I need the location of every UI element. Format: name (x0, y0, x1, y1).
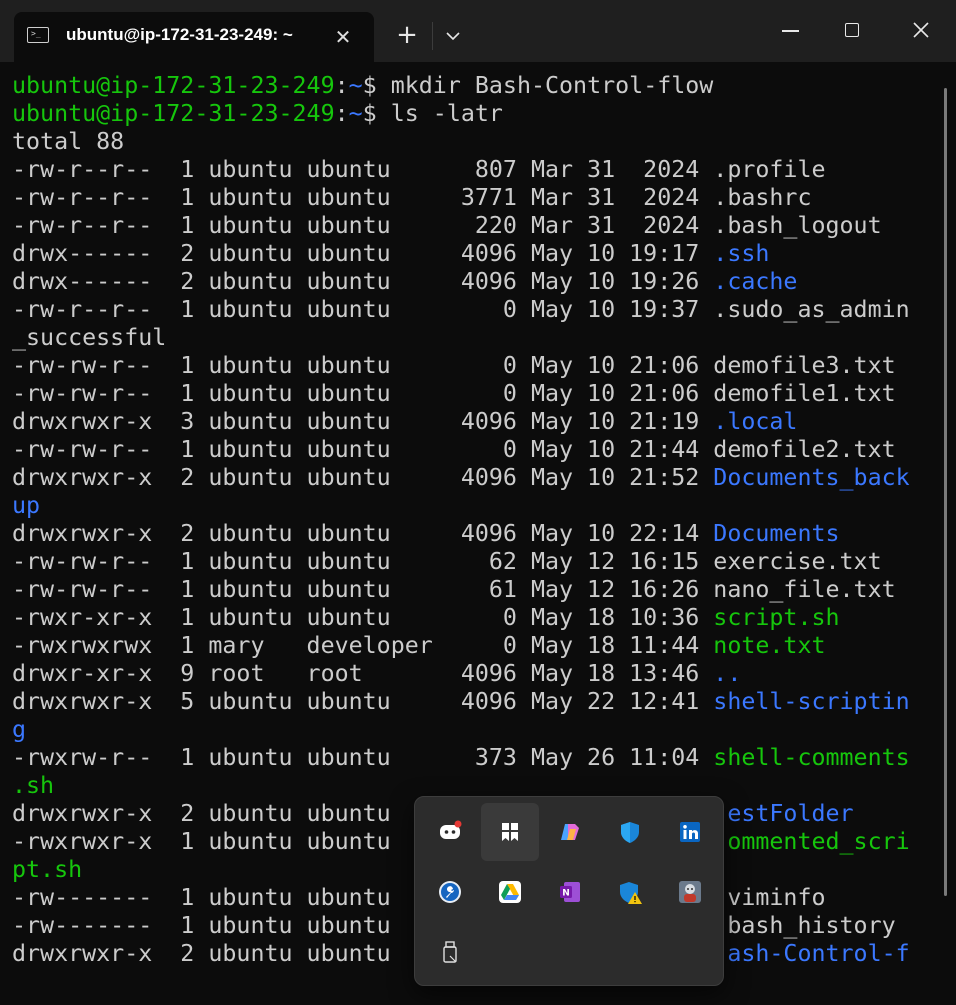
terminal-text: shell-comments (713, 744, 910, 771)
terminal-line: -rw-rw-r-- 1 ubuntu ubuntu 0 May 10 21:0… (12, 352, 912, 380)
defender-warning-icon[interactable] (601, 863, 659, 921)
terminal-text: -rw-rw-r-- 1 ubuntu ubuntu 62 May 12 16:… (12, 548, 882, 575)
terminal-text: -rwxrwxrwx 1 mary developer 0 May 18 11:… (12, 632, 714, 659)
terminal-text: note.txt (713, 632, 826, 659)
terminal-text: : (334, 72, 349, 99)
terminal-line: -rw-rw-r-- 1 ubuntu ubuntu 61 May 12 16:… (12, 576, 912, 604)
title-bar: >_ ubuntu@ip-172-31-23-249: ~ ✕ + (0, 0, 956, 62)
terminal-line: -rw-r--r-- 1 ubuntu ubuntu 0 May 10 19:3… (12, 296, 912, 324)
terminal-text: -rw-rw-r-- 1 ubuntu ubuntu 0 May 10 21:0… (12, 380, 896, 407)
terminal-text: -rwxrw-r-- 1 ubuntu ubuntu 373 May 26 11… (12, 744, 714, 771)
svg-text:N: N (562, 889, 570, 899)
terminal-line: ubuntu@ip-172-31-23-249:~$ mkdir Bash-Co… (12, 72, 912, 100)
terminal-text: drwxrwxr-x 3 ubuntu ubuntu 4096 May 10 2… (12, 408, 714, 435)
terminal-line: up (12, 492, 912, 520)
terminal-text: ommented_scri (727, 828, 910, 855)
terminal-text: .cache (713, 268, 798, 295)
terminal-text: -rw-rw-r-- 1 ubuntu ubuntu 0 May 10 21:0… (12, 352, 896, 379)
terminal-text: ~ (348, 100, 363, 127)
terminal-text: .sh (12, 772, 55, 799)
terminal-text: -rw-r--r-- 1 ubuntu ubuntu 0 May 10 19:3… (12, 296, 910, 323)
terminal-text: pt.sh (12, 856, 83, 883)
usb-drive-icon[interactable] (421, 923, 479, 981)
google-drive-icon[interactable] (481, 863, 539, 921)
terminal-line: drwx------ 2 ubuntu ubuntu 4096 May 10 1… (12, 268, 912, 296)
terminal-line: -rwxr-xr-x 1 ubuntu ubuntu 0 May 18 10:3… (12, 604, 912, 632)
terminal-line: -rwxrw-r-- 1 ubuntu ubuntu 373 May 26 11… (12, 744, 912, 772)
onenote-icon[interactable]: N (541, 863, 599, 921)
terminal-line: ubuntu@ip-172-31-23-249:~$ ls -latr (12, 100, 912, 128)
terminal-text: -rw-r--r-- 1 ubuntu ubuntu 220 Mar 31 20… (12, 212, 882, 239)
close-tab-button[interactable]: ✕ (330, 24, 356, 50)
terminal-text: $ mkdir Bash-Control-flow (362, 72, 714, 99)
terminal-text: ~ (348, 72, 363, 99)
minimize-button[interactable] (770, 12, 816, 48)
terminal-text: shell-scriptin (713, 688, 910, 715)
linkedin-icon[interactable] (661, 803, 719, 861)
tab-separator (432, 22, 433, 50)
avatar-app-icon[interactable] (661, 863, 719, 921)
terminal-line: total 88 (12, 128, 912, 156)
terminal-line: -rw-r--r-- 1 ubuntu ubuntu 220 Mar 31 20… (12, 212, 912, 240)
terminal-line: drwxr-xr-x 9 root root 4096 May 18 13:46… (12, 660, 912, 688)
terminal-text: script.sh (713, 604, 840, 631)
terminal-line: -rw-rw-r-- 1 ubuntu ubuntu 62 May 12 16:… (12, 548, 912, 576)
terminal-line: -rw-rw-r-- 1 ubuntu ubuntu 0 May 10 21:0… (12, 380, 912, 408)
terminal-text: .ssh (713, 240, 770, 267)
maximize-button[interactable] (830, 12, 876, 48)
terminal-text: drwx------ 2 ubuntu ubuntu 4096 May 10 1… (12, 268, 714, 295)
terminal-text: -rw-rw-r-- 1 ubuntu ubuntu 0 May 10 21:4… (12, 436, 896, 463)
scrollbar[interactable] (944, 88, 947, 896)
defender-shield-icon[interactable] (601, 803, 659, 861)
maximize-icon (845, 23, 859, 37)
terminal-text: ubuntu@ip-172-31-23-249 (12, 72, 335, 99)
terminal-text: : (334, 100, 349, 127)
close-icon (913, 22, 929, 38)
terminal-line: drwxrwxr-x 2 ubuntu ubuntu 4096 May 10 2… (12, 464, 912, 492)
terminal-line: -rw-r--r-- 1 ubuntu ubuntu 807 Mar 31 20… (12, 156, 912, 184)
terminal-text: total 88 (12, 128, 125, 155)
terminal-text: .local (713, 408, 798, 435)
terminal-text: ash-Control-f (727, 940, 910, 967)
terminal-text: Documents (713, 520, 840, 547)
terminal-text: drwxrwxr-x 2 ubuntu ubuntu 4096 May 10 2… (12, 520, 714, 547)
terminal-text: -rw-r--r-- 1 ubuntu ubuntu 3771 Mar 31 2… (12, 184, 812, 211)
minimize-icon (782, 30, 799, 32)
terminal-text: $ ls -latr (362, 100, 503, 127)
close-window-button[interactable] (896, 12, 942, 48)
terminal-line: drwxrwxr-x 5 ubuntu ubuntu 4096 May 22 1… (12, 688, 912, 716)
tray-overflow-flyout: N (414, 796, 724, 986)
terminal-text: _successful (12, 324, 167, 351)
terminal-line: drwxrwxr-x 3 ubuntu ubuntu 4096 May 10 2… (12, 408, 912, 436)
terminal-line: drwxrwxr-x 2 ubuntu ubuntu 4096 May 10 2… (12, 520, 912, 548)
chevron-down-icon[interactable] (443, 22, 463, 50)
terminal-text: ubuntu@ip-172-31-23-249 (12, 100, 335, 127)
terminal-text: -rwxr-xr-x 1 ubuntu ubuntu 0 May 18 10:3… (12, 604, 714, 631)
terminal-line: g (12, 716, 912, 744)
terminal-line: drwx------ 2 ubuntu ubuntu 4096 May 10 1… (12, 240, 912, 268)
terminal-icon: >_ (27, 27, 49, 43)
terminal-text: -rw-rw-r-- 1 ubuntu ubuntu 61 May 12 16:… (12, 576, 896, 603)
copilot-icon[interactable] (541, 803, 599, 861)
tab-title: ubuntu@ip-172-31-23-249: ~ (66, 25, 293, 44)
settings-wrench-icon[interactable] (421, 863, 479, 921)
discord-icon[interactable] (421, 803, 479, 861)
terminal-line: -rw-rw-r-- 1 ubuntu ubuntu 0 May 10 21:4… (12, 436, 912, 464)
terminal-text: -rw-r--r-- 1 ubuntu ubuntu 807 Mar 31 20… (12, 156, 826, 183)
terminal-text: drwxrwxr-x 2 ubuntu ubuntu 4096 May 10 2… (12, 464, 714, 491)
terminal-text: estFolder (727, 800, 854, 827)
new-tab-button[interactable]: + (394, 20, 420, 50)
terminal-text: Documents_back (713, 464, 910, 491)
terminal-line: -rw-r--r-- 1 ubuntu ubuntu 3771 Mar 31 2… (12, 184, 912, 212)
terminal-line: _successful (12, 324, 912, 352)
terminal-text: g (12, 716, 27, 743)
terminal-text: .. (713, 660, 742, 687)
terminal-text: drwxrwxr-x 5 ubuntu ubuntu 4096 May 22 1… (12, 688, 714, 715)
terminal-line: -rwxrwxrwx 1 mary developer 0 May 18 11:… (12, 632, 912, 660)
terminal-text: drwx------ 2 ubuntu ubuntu 4096 May 10 1… (12, 240, 714, 267)
terminal-text: drwxr-xr-x 9 root root 4096 May 18 13:46 (12, 660, 714, 687)
terminal-tab[interactable]: >_ ubuntu@ip-172-31-23-249: ~ ✕ (14, 12, 374, 62)
pinned-app-icon[interactable] (481, 803, 539, 861)
terminal-text: up (12, 492, 41, 519)
